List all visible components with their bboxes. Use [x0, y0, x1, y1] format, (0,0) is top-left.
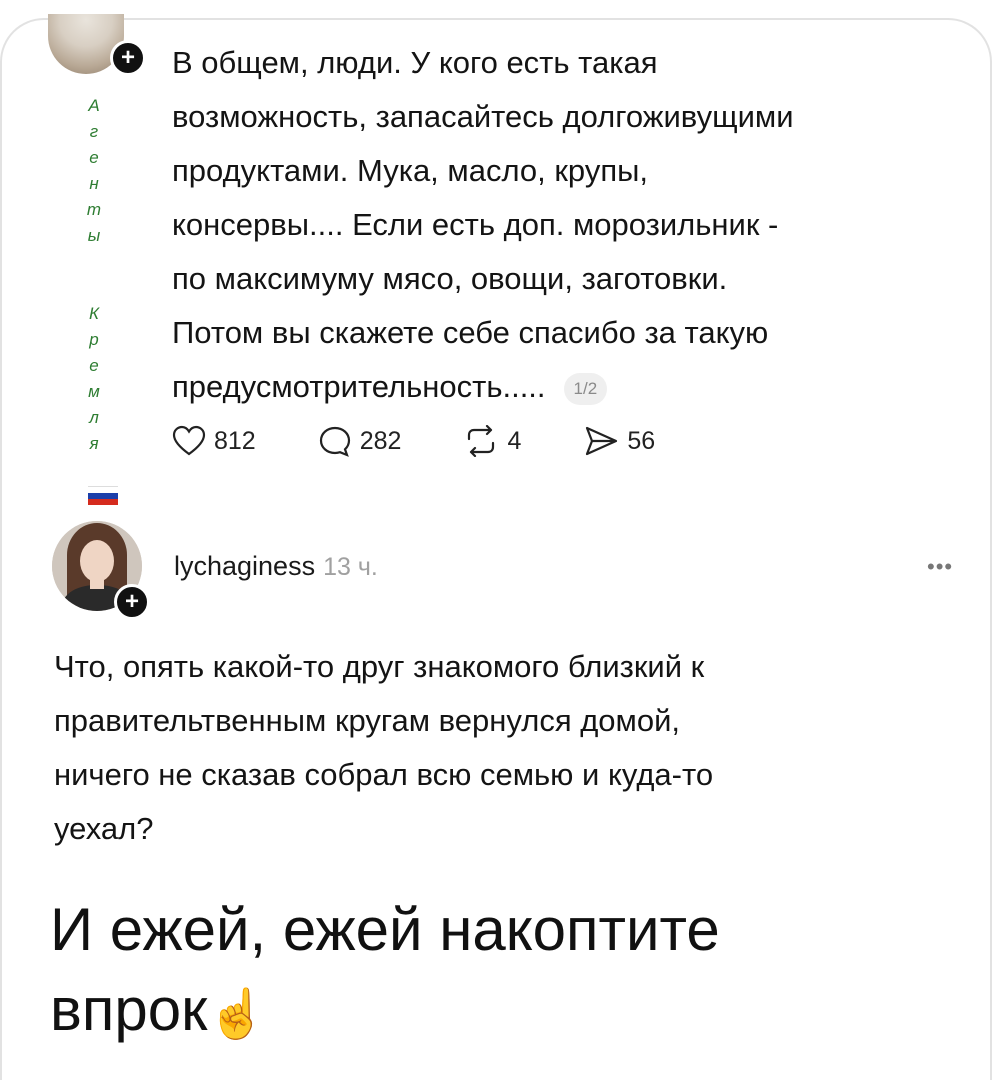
- vertical-name-letter: т: [86, 200, 102, 219]
- post-body: В общем, люди. У кого есть такая возможн…: [172, 36, 972, 414]
- post-line: предусмотрительность..... 1/2: [172, 360, 972, 414]
- comment-bubble-icon: [319, 426, 350, 457]
- vertical-name-letter: А: [88, 96, 100, 115]
- post-line: по максимуму мясо, овощи, заготовки.: [172, 261, 728, 296]
- vertical-name-letter: е: [89, 356, 99, 375]
- post-line-text: предусмотрительность.....: [172, 369, 546, 404]
- post-line: возможность, запасайтесь долгоживущими: [172, 99, 794, 134]
- post-line: ничего не сказав собрал всю семью и куда…: [54, 757, 714, 792]
- vertical-name-letter: К: [88, 304, 100, 323]
- post-line: Что, опять какой-то друг знакомого близк…: [54, 649, 705, 684]
- like-button[interactable]: 812: [172, 425, 256, 457]
- post-time: 13 ч.: [323, 553, 378, 581]
- post-header: lychaginess 13 ч.: [174, 551, 378, 582]
- vertical-name-letter: л: [89, 408, 99, 427]
- vertical-name-letter: г: [89, 122, 99, 141]
- comment-button[interactable]: 282: [318, 425, 402, 457]
- vertical-name-letter: я: [89, 434, 99, 453]
- comment-count: 282: [359, 426, 402, 455]
- caption-text: впрок: [50, 976, 208, 1043]
- pointing-up-emoji-icon: ☝️: [207, 988, 268, 1041]
- repost-count: 4: [507, 426, 522, 455]
- heart-icon: [172, 425, 206, 456]
- post-line: консервы.... Если есть доп. морозильник …: [172, 207, 779, 242]
- vertical-name-letter: е: [89, 148, 99, 167]
- caption-line: впрок☝️: [50, 970, 950, 1055]
- like-count: 812: [214, 426, 256, 455]
- vertical-name-letter: ы: [87, 226, 101, 245]
- post-line: В общем, люди. У кого есть такая: [172, 45, 658, 80]
- meme-caption: И ежей, ежей накоптите впрок☝️: [50, 890, 950, 1055]
- vertical-name-letter: м: [88, 382, 100, 401]
- username-link[interactable]: lychaginess: [174, 551, 315, 581]
- page-indicator[interactable]: 1/2: [563, 372, 608, 405]
- russia-flag-icon: [88, 486, 118, 505]
- more-options-button[interactable]: •••: [927, 554, 953, 580]
- repost-icon: [468, 425, 495, 457]
- repost-button[interactable]: 4: [463, 425, 521, 457]
- caption-line: И ежей, ежей накоптите: [50, 896, 720, 963]
- share-count: 56: [627, 426, 656, 455]
- reply-body: Что, опять какой-то друг знакомого близк…: [54, 640, 954, 856]
- follow-plus-icon[interactable]: +: [114, 584, 150, 620]
- share-button[interactable]: 56: [583, 425, 655, 457]
- post-actions: 812 282 4 56: [172, 418, 717, 464]
- post-line: Потом вы скажете себе спасибо за такую: [172, 315, 769, 350]
- post-line: правительтвенным кругам вернулся домой,: [54, 703, 681, 738]
- send-icon: [586, 426, 618, 456]
- post-line: уехал?: [54, 811, 154, 846]
- post-line: продуктами. Мука, масло, крупы,: [172, 153, 649, 188]
- vertical-name-letter: н: [89, 174, 99, 193]
- vertical-name-letter: р: [89, 330, 99, 349]
- follow-plus-icon[interactable]: +: [110, 40, 146, 76]
